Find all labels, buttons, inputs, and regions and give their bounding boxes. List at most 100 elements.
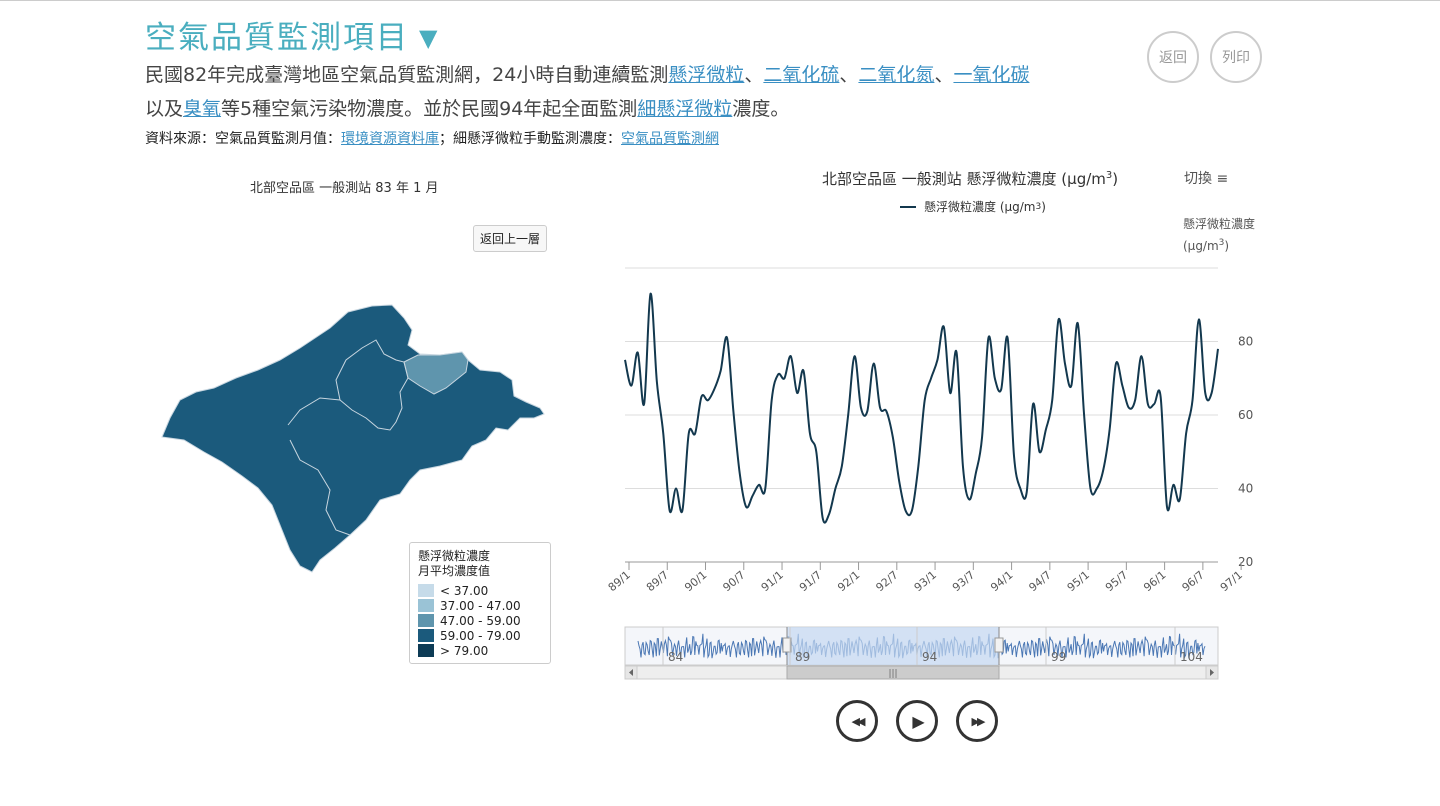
navigator-handle-right (994, 637, 1004, 653)
page-title-text: 空氣品質監測項目 (145, 20, 409, 56)
map-back-button[interactable]: 返回上一層 (473, 225, 548, 252)
navigator-label: 99 (1051, 650, 1066, 664)
navigator-label: 84 (668, 650, 683, 664)
legend-title-1: 懸浮微粒濃度 (418, 549, 491, 563)
scroll-left-icon (629, 669, 633, 676)
legend-label: 47.00 - 59.00 (440, 613, 521, 628)
legend-label: 59.00 - 79.00 (440, 628, 521, 643)
legend-swatch (418, 629, 434, 642)
desc-text-4: 濃度。 (732, 98, 790, 120)
legend-item[interactable]: > 79.00 (418, 643, 542, 658)
map-region-north[interactable] (161, 304, 545, 573)
x-tick-label: 96/1 (1141, 568, 1168, 594)
legend-swatch (418, 599, 434, 612)
fast-forward-button[interactable]: ▶▶ (956, 700, 998, 742)
separator: 、 (934, 64, 954, 86)
data-source: 資料來源：空氣品質監測月值：環境資源資料庫；細懸浮微粒手動監測濃度：空氣品質監測… (145, 128, 719, 148)
legend-title-2: 月平均濃度值 (418, 564, 491, 578)
legend-item[interactable]: 47.00 - 59.00 (418, 613, 542, 628)
x-tick-label: 91/7 (797, 568, 824, 594)
chart-title: 北部空品區 一般測站 懸浮微粒濃度 (μg/m3) (822, 168, 1118, 189)
y-tick-label: 20 (1238, 555, 1253, 569)
play-icon: ▶ (912, 711, 925, 731)
link-co[interactable]: 一氧化碳 (953, 64, 1029, 86)
link-o3[interactable]: 臭氧 (183, 98, 221, 120)
source-mid: ；細懸浮微粒手動監測濃度： (439, 131, 621, 147)
fast-forward-icon: ▶▶ (971, 714, 986, 728)
print-button[interactable]: 列印 (1210, 31, 1262, 83)
x-tick-label: 92/7 (873, 568, 900, 594)
x-tick-label: 93/7 (950, 568, 977, 594)
navigator-label: 104 (1180, 650, 1203, 664)
top-divider (0, 0, 1440, 1)
scrollbar-grip-icon: ||| (888, 669, 897, 679)
desc-text-2: 以及 (145, 98, 184, 120)
dropdown-arrow-icon[interactable]: ▼ (419, 24, 439, 52)
y-axis-title: 懸浮微粒濃度 (μg/m3) (1183, 215, 1255, 256)
rewind-button[interactable]: ◀◀ (836, 700, 878, 742)
y-axis-title-end: ) (1224, 239, 1230, 253)
y-tick-label: 40 (1238, 482, 1253, 496)
desc-text-1: 民國82年完成臺灣地區空氣品質監測網，24小時自動連續監測 (145, 64, 669, 86)
x-tick-label: 96/7 (1180, 568, 1207, 594)
series-legend-label: 懸浮微粒濃度 (μg/m (924, 200, 1036, 214)
legend-swatch (418, 584, 434, 597)
series-line-pm10 (624, 292, 1219, 524)
y-tick-label: 60 (1238, 408, 1253, 422)
x-tick-label: 97/1 (1218, 568, 1245, 594)
legend-swatch (418, 644, 434, 657)
source-prefix: 資料來源：空氣品質監測月值： (145, 131, 341, 147)
link-no2[interactable]: 二氧化氮 (858, 64, 934, 86)
link-aq-network[interactable]: 空氣品質監測網 (621, 131, 719, 147)
x-tick-label: 91/1 (759, 568, 786, 594)
y-axis-title-line1: 懸浮微粒濃度 (1183, 217, 1256, 231)
separator: 、 (744, 64, 764, 86)
navigator-handle-left (782, 637, 792, 653)
navigator-frame (624, 626, 1219, 666)
chart-title-end: ) (1112, 170, 1119, 188)
legend-item[interactable]: < 37.00 (418, 583, 542, 598)
chart-title-text: 北部空品區 一般測站 懸浮微粒濃度 (μg/m (822, 170, 1106, 188)
play-button[interactable]: ▶ (896, 700, 938, 742)
legend-item[interactable]: 37.00 - 47.00 (418, 598, 542, 613)
navigator-label: 94 (922, 650, 937, 664)
separator: 、 (839, 64, 859, 86)
switch-menu-button[interactable]: 切換 ≡ (1184, 168, 1228, 188)
scrollbar-thumb (786, 665, 1000, 680)
map-title: 北部空品區 一般測站 83 年 1 月 (250, 181, 439, 196)
y-axis-title-line2: (μg/m (1183, 239, 1219, 253)
link-so2[interactable]: 二氧化硫 (763, 64, 839, 86)
navigator-selection (787, 627, 999, 665)
x-tick-label: 94/1 (988, 568, 1015, 594)
x-tick-label: 90/1 (682, 568, 709, 594)
x-tick-label: 93/1 (912, 568, 939, 594)
x-tick-label: 90/7 (720, 568, 747, 594)
page-title[interactable]: 空氣品質監測項目 ▼ (145, 12, 439, 57)
legend-item[interactable]: 59.00 - 79.00 (418, 628, 542, 643)
scroll-right-icon (1210, 669, 1214, 676)
legend-label: < 37.00 (440, 583, 489, 598)
x-tick-label: 94/7 (1026, 568, 1053, 594)
x-tick-label: 89/7 (644, 568, 671, 594)
scrollbar-left-button (624, 665, 638, 680)
scrollbar-track (624, 665, 1219, 680)
x-tick-label: 95/7 (1103, 568, 1130, 594)
link-env-database[interactable]: 環境資源資料庫 (341, 131, 439, 147)
back-button[interactable]: 返回 (1147, 31, 1199, 83)
series-legend[interactable]: 懸浮微粒濃度 (μg/m 3) (900, 198, 1046, 215)
navigator-series (637, 633, 1206, 659)
navigator-label: 89 (795, 650, 810, 664)
x-tick-label: 95/1 (1065, 568, 1092, 594)
scrollbar-right-button (1205, 665, 1219, 680)
legend-label: 37.00 - 47.00 (440, 598, 521, 613)
map-legend: 懸浮微粒濃度 月平均濃度值 < 37.00 37.00 - 47.00 47.0… (409, 542, 551, 664)
rewind-icon: ◀◀ (851, 714, 866, 728)
legend-label: > 79.00 (440, 643, 489, 658)
x-tick-label: 92/1 (835, 568, 862, 594)
desc-text-3: 等5種空氣污染物濃度。並於民國94年起全面監測 (221, 98, 638, 120)
x-tick-label: 89/1 (606, 568, 633, 594)
series-legend-line (900, 205, 916, 208)
y-tick-label: 80 (1238, 335, 1253, 349)
link-pm10[interactable]: 懸浮微粒 (668, 64, 744, 86)
link-pm25[interactable]: 細懸浮微粒 (637, 98, 732, 120)
